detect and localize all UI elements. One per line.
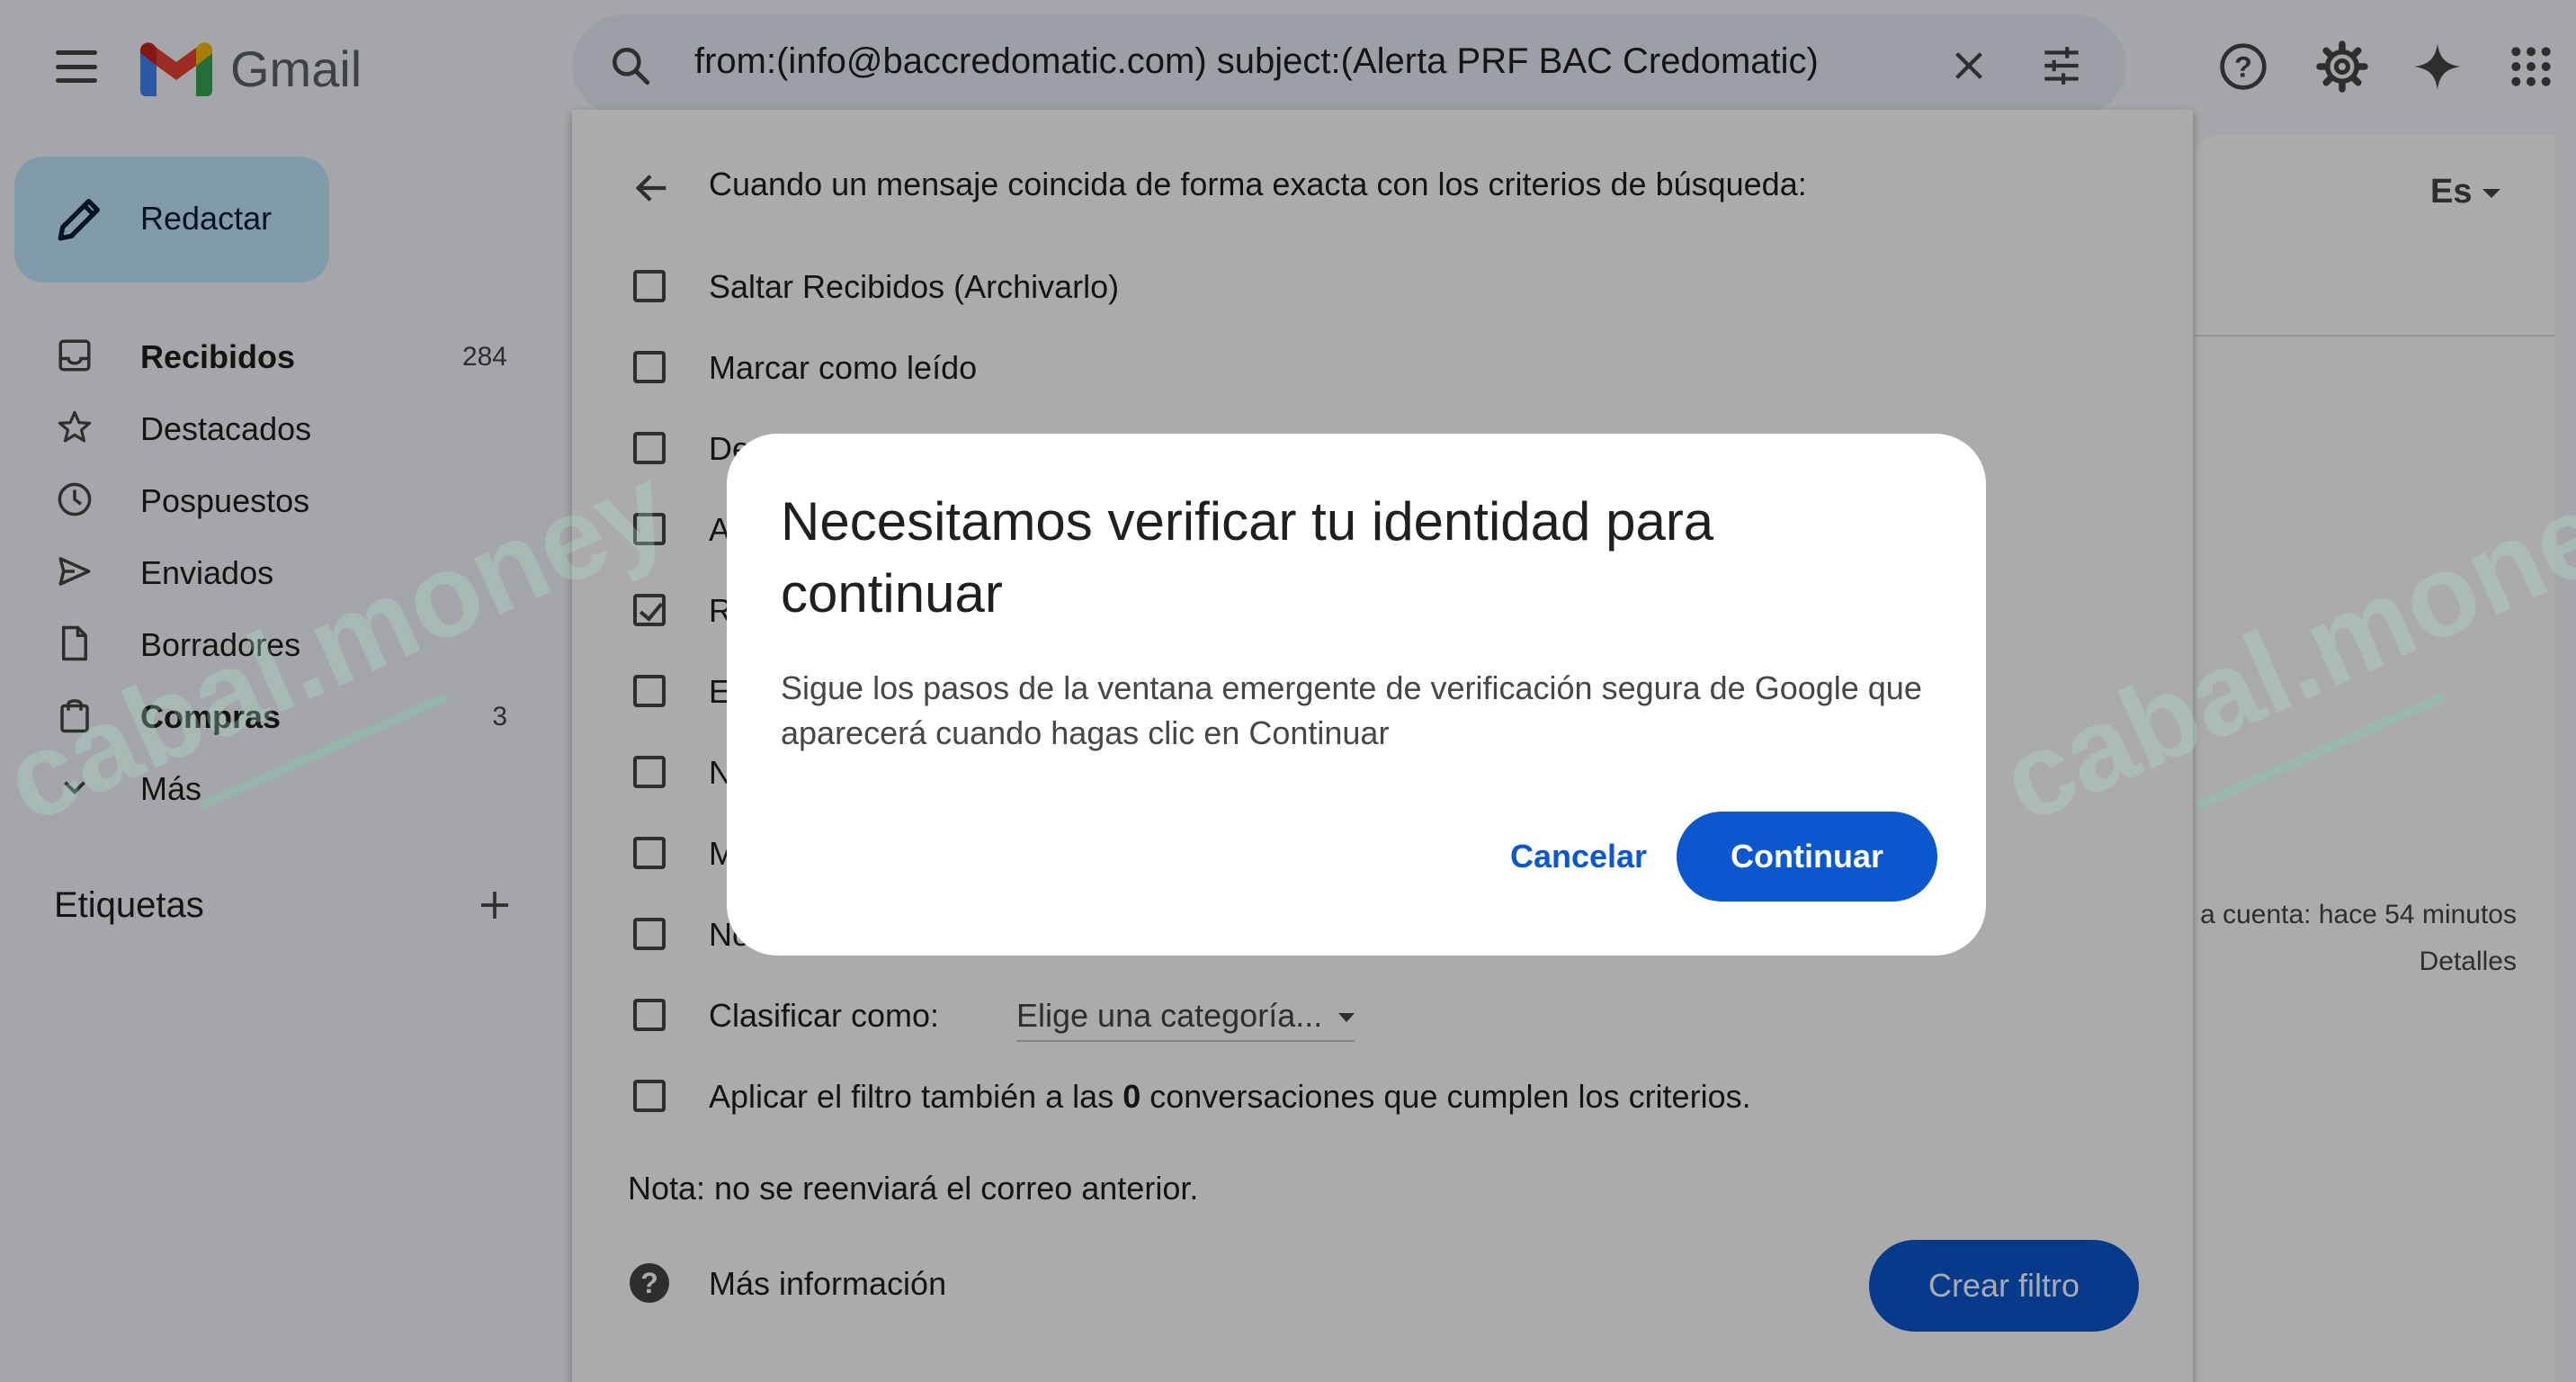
verify-identity-dialog: Necesitamos verificar tu identidad para … bbox=[727, 434, 1986, 956]
cancel-button[interactable]: Cancelar bbox=[1484, 812, 1673, 902]
dialog-title: Necesitamos verificar tu identidad para … bbox=[781, 491, 1714, 624]
continue-button[interactable]: Continuar bbox=[1677, 812, 1937, 902]
dialog-body: Sigue los pasos de la ventana emergente … bbox=[781, 669, 1922, 751]
